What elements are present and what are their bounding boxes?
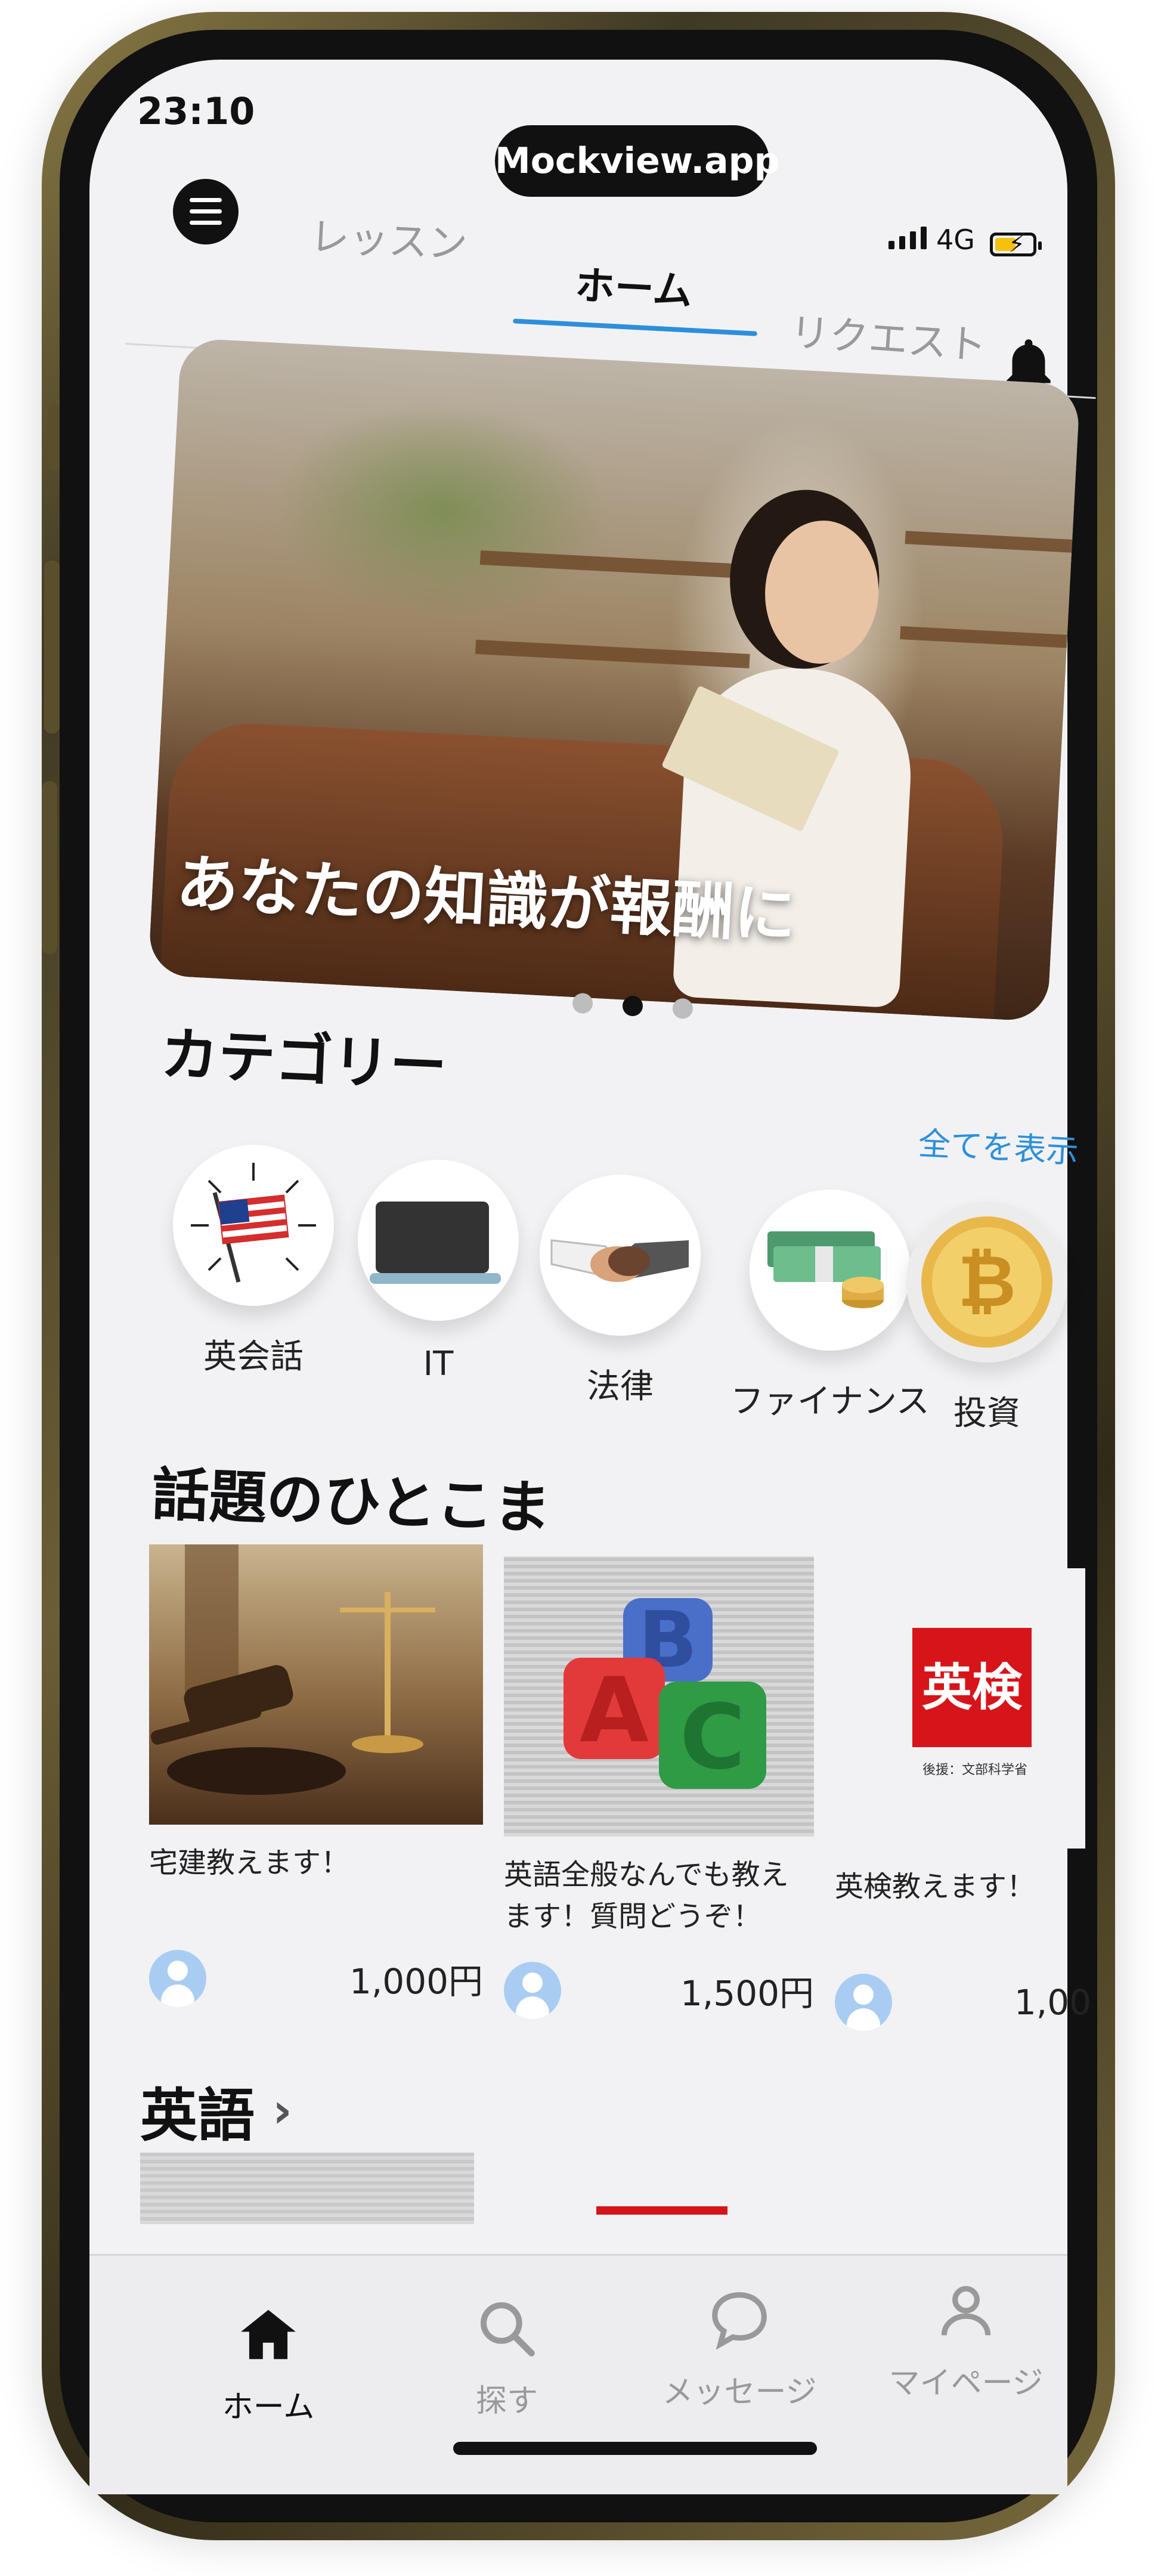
chevron-right-icon: › (273, 2083, 292, 2138)
english-section-label: 英語 (140, 2082, 255, 2149)
volume-down-button (42, 781, 57, 954)
category-label: IT (423, 1345, 454, 1383)
hero-person-head (761, 518, 883, 667)
card-title: 宅建教えます！ (149, 1846, 350, 1880)
home-icon (241, 2309, 296, 2360)
category-english-conversation[interactable]: 英会話 (173, 1145, 334, 1378)
category-investment[interactable]: ₿ 投資 (906, 1202, 1067, 1435)
tab-home[interactable]: ホーム (574, 253, 694, 317)
english-card-thumbnail-2[interactable] (501, 2159, 811, 2224)
featured-card[interactable]: 英検 後援：文部科学省 英検教えます！ 1,00 (835, 1568, 1091, 2031)
signal-icon (888, 227, 927, 249)
category-label: 投資 (953, 1394, 1020, 1433)
svg-text:₿: ₿ (958, 1240, 1016, 1323)
card-price: 1,00 (1014, 1982, 1091, 2023)
home-indicator[interactable] (453, 2442, 817, 2455)
carousel-dot[interactable] (672, 998, 693, 1020)
category-label: ファイナンス (730, 1382, 930, 1421)
svg-text:C: C (680, 1686, 745, 1789)
card-thumbnail-gavel (149, 1544, 483, 1825)
american-flag-icon (173, 1145, 334, 1306)
eiken-logo-caption: 後援：文部科学省 (922, 1763, 1027, 1778)
categories-title: カテゴリー (159, 1020, 448, 1100)
laptop-icon (358, 1160, 519, 1321)
status-time: 23:10 (137, 89, 255, 133)
battery-icon: ⚡ (990, 231, 1042, 258)
see-all-link[interactable]: 全てを表示 (917, 1117, 1080, 1172)
carousel-dot[interactable] (572, 992, 593, 1014)
hero-banner[interactable]: あなたの知識が報酬に (148, 338, 1080, 1022)
person-icon (941, 2286, 991, 2336)
card-title: 英検教えます！ (835, 1870, 1036, 1903)
english-section-title[interactable]: 英語 › (140, 2069, 292, 2152)
nav-label: ホーム (222, 2389, 315, 2425)
bitcoin-icon: ₿ (906, 1202, 1067, 1363)
nav-home[interactable]: ホーム (179, 2302, 358, 2426)
nav-label: マイページ (888, 2366, 1044, 2401)
handshake-icon (540, 1175, 701, 1336)
featured-title: 話題のひとこま (150, 1461, 552, 1542)
nav-label: 探す (475, 2383, 538, 2419)
tab-lesson[interactable]: レッスン (309, 205, 469, 270)
chat-bubble-icon (712, 2292, 767, 2350)
english-card-thumbnail[interactable] (140, 2153, 474, 2224)
nav-mypage[interactable]: マイページ (877, 2278, 1055, 2402)
card-thumbnail-abc-blocks: B A C (504, 1556, 814, 1837)
svg-text:A: A (580, 1659, 649, 1763)
card-price: 1,000円 (349, 1961, 483, 2002)
featured-card[interactable]: B A C 英語全般なんでも教えます！質問どうぞ！ 1,500円 (504, 1556, 814, 2019)
category-label: 法律 (587, 1367, 654, 1406)
avatar-icon[interactable] (835, 1974, 892, 2031)
menu-icon[interactable] (173, 179, 239, 244)
watermark-pill: Mockview.app (495, 125, 780, 197)
avatar-icon[interactable] (504, 1962, 561, 2019)
nav-search[interactable]: 探す (417, 2296, 596, 2420)
avatar-icon[interactable] (149, 1950, 206, 2007)
network-type: 4G (936, 224, 975, 256)
category-it[interactable]: IT (358, 1160, 519, 1383)
card-thumbnail-eiken: 英検 後援：文部科学省 (835, 1568, 1085, 1849)
search-icon (481, 2302, 535, 2357)
card-price: 1,500円 (680, 1973, 814, 2014)
eiken-logo: 英検 (912, 1628, 1032, 1747)
category-finance[interactable]: ファイナンス (730, 1190, 930, 1423)
volume-up-button (44, 561, 60, 733)
card-title: 英語全般なんでも教えます！質問どうぞ！ (504, 1858, 789, 1933)
category-law[interactable]: 法律 (540, 1175, 701, 1408)
featured-card[interactable]: 宅建教えます！ 1,000円 (149, 1544, 483, 2007)
nav-messages[interactable]: メッセージ (650, 2287, 829, 2411)
category-label: 英会話 (203, 1337, 304, 1376)
money-stack-icon (749, 1190, 911, 1351)
carousel-dot-active[interactable] (622, 995, 643, 1017)
nav-label: メッセージ (662, 2374, 817, 2410)
